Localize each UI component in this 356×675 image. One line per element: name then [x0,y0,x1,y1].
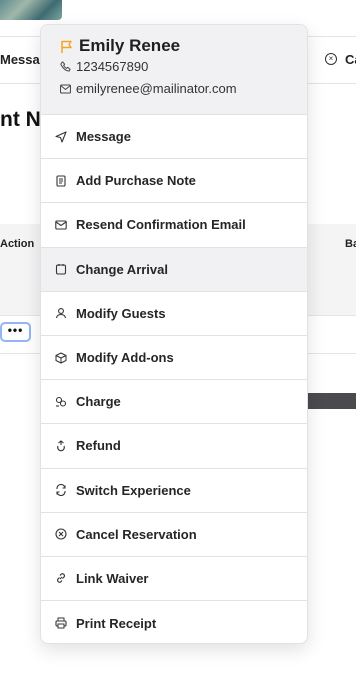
printer-icon [55,617,67,629]
menu-item-label: Refund [76,438,121,454]
reservation-page: Messa × Ca nt No Action Ba ••• Emily Ren… [0,0,356,675]
menu-item-change-arrival[interactable]: Change Arrival [41,247,307,292]
guest-email: emilyrenee@mailinator.com [76,81,237,96]
menu-item-label: Resend Confirmation Email [76,217,246,233]
menu-item-charge[interactable]: Charge [41,380,307,425]
menu-item-label: Modify Add-ons [76,350,174,366]
menu-item-switch-experience[interactable]: Switch Experience [41,469,307,513]
cancel-circle-icon [55,528,67,540]
menu-item-add-purchase-note[interactable]: Add Purchase Note [41,159,307,204]
actions-dropdown-menu: Emily Renee 1234567890 emilyrenee@mailin… [40,24,308,644]
menu-item-label: Charge [76,394,121,410]
menu-item-label: Print Receipt [76,615,157,631]
coins-icon [55,396,67,408]
guest-header: Emily Renee 1234567890 emilyrenee@mailin… [41,25,307,115]
menu-item-cancel-reservation[interactable]: Cancel Reservation [41,513,307,557]
link-icon [55,572,67,584]
menu-item-modify-add-ons[interactable]: Modify Add-ons [41,336,307,381]
box-icon [55,352,67,364]
status-bar [305,393,356,409]
menu-item-label: Modify Guests [76,305,166,321]
mail-icon [60,83,71,94]
guest-email-row: emilyrenee@mailinator.com [60,81,237,96]
menu-item-resend-confirmation-email[interactable]: Resend Confirmation Email [41,203,307,248]
experience-thumbnail [0,0,62,20]
guest-phone: 1234567890 [76,59,149,74]
menu-item-label: Switch Experience [76,482,191,498]
cancel-circle-icon: × [325,53,337,65]
guest-phone-row: 1234567890 [60,59,148,74]
menu-item-label: Add Purchase Note [76,173,196,189]
note-icon [55,175,67,187]
phone-icon [60,61,71,72]
menu-item-modify-guests[interactable]: Modify Guests [41,292,307,336]
table-header-balance: Ba [345,238,356,250]
toolbar-cancel-button[interactable]: Ca [345,52,356,67]
menu-item-label: Message [76,129,131,145]
mail-icon [55,219,67,231]
guest-name: Emily Renee [79,36,181,55]
menu-item-label: Link Waiver [76,570,149,586]
more-dots-icon: ••• [7,322,24,337]
menu-item-refund[interactable]: Refund [41,424,307,469]
send-icon [55,131,67,143]
menu-item-label: Cancel Reservation [76,526,197,542]
table-header-action: Action [0,238,35,250]
switch-icon [55,484,67,497]
flag-icon[interactable] [60,40,73,54]
toolbar-message-button[interactable]: Messa [0,52,40,67]
menu-item-message[interactable]: Message [41,115,307,160]
calendar-icon [55,263,67,275]
row-actions-button[interactable]: ••• [0,322,31,342]
user-icon [55,307,67,319]
menu-item-label: Change Arrival [76,261,168,277]
menu-item-link-waiver[interactable]: Link Waiver [41,557,307,602]
refund-icon [55,440,67,452]
menu-item-print-receipt[interactable]: Print Receipt [41,601,307,643]
